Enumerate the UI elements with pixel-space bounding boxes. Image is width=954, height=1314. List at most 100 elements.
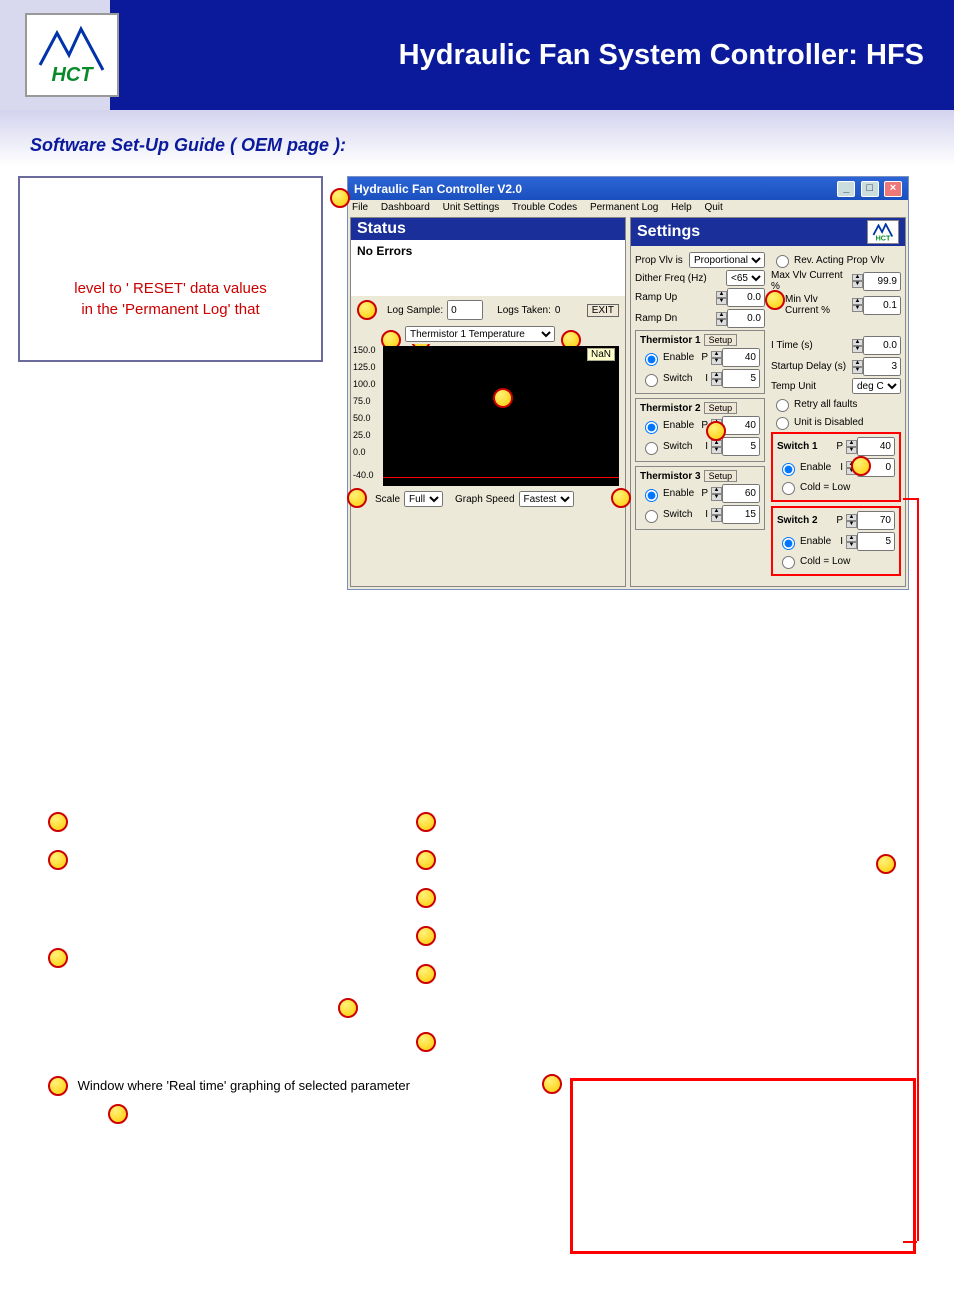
spin-dn[interactable]: ▼ — [852, 346, 863, 353]
min-current-input[interactable] — [863, 296, 901, 315]
i-input[interactable] — [857, 532, 895, 551]
setup-button[interactable]: Setup — [704, 334, 738, 346]
exit-button[interactable]: EXIT — [587, 304, 619, 317]
menu-help[interactable]: Help — [671, 202, 692, 213]
thermistor-name: Thermistor 1 — [640, 335, 701, 346]
y-axis-ticks: 150.0 125.0 100.0 75.0 50.0 25.0 0.0 -40… — [353, 346, 376, 480]
spin-dn[interactable]: ▼ — [852, 281, 863, 288]
spin-up[interactable]: ▲ — [852, 298, 863, 305]
maximize-icon[interactable]: □ — [861, 181, 879, 197]
switch-radio[interactable] — [645, 442, 658, 455]
callout-marker — [347, 488, 367, 508]
callout-marker — [48, 850, 68, 870]
disabled-radio[interactable] — [776, 417, 789, 430]
callout-marker — [706, 421, 726, 441]
p-input[interactable] — [722, 348, 760, 367]
connector-line — [903, 1241, 917, 1243]
ramp-up-input[interactable] — [727, 288, 765, 307]
dither-dropdown[interactable]: <65 — [726, 270, 765, 286]
callout-marker — [48, 812, 68, 832]
enable-radio[interactable] — [782, 463, 795, 476]
spin-dn[interactable]: ▼ — [716, 319, 727, 326]
menubar: File Dashboard Unit Settings Trouble Cod… — [348, 200, 908, 215]
setup-button[interactable]: Setup — [704, 470, 738, 482]
param-dropdown[interactable]: Thermistor 1 Temperature — [405, 326, 555, 342]
i-input[interactable] — [722, 505, 760, 524]
enable-radio[interactable] — [645, 489, 658, 502]
callout-marker — [357, 300, 377, 320]
prop-vlv-dropdown[interactable]: Proportional — [689, 252, 765, 268]
callout-marker — [493, 388, 513, 408]
menu-dashboard[interactable]: Dashboard — [381, 202, 430, 213]
enable-radio[interactable] — [645, 353, 658, 366]
menu-unit-settings[interactable]: Unit Settings — [443, 202, 500, 213]
callout-marker — [416, 812, 436, 832]
mountain-logo-icon: HCT — [37, 25, 107, 85]
spin-dn[interactable]: ▼ — [852, 305, 863, 312]
setup-button[interactable]: Setup — [704, 402, 738, 414]
close-icon[interactable]: × — [884, 181, 902, 197]
sub-header-band: Software Set-Up Guide ( OEM page ): — [0, 110, 954, 166]
max-current-input[interactable] — [863, 272, 901, 291]
app-title-text: Hydraulic Fan Controller V2.0 — [354, 182, 522, 196]
cold-low-radio[interactable] — [782, 482, 795, 495]
cold-low-radio[interactable] — [782, 556, 795, 569]
spin-up[interactable]: ▲ — [716, 291, 727, 298]
callout-marker — [416, 926, 436, 946]
enable-radio[interactable] — [645, 421, 658, 434]
menu-permanent-log[interactable]: Permanent Log — [590, 202, 658, 213]
switch-radio[interactable] — [645, 510, 658, 523]
spin-dn[interactable]: ▼ — [852, 367, 863, 374]
itime-input[interactable] — [863, 336, 901, 355]
status-heading: Status — [351, 218, 625, 240]
graph-wrap: 150.0 125.0 100.0 75.0 50.0 25.0 0.0 -40… — [383, 346, 625, 486]
callout-marker — [416, 888, 436, 908]
p-input[interactable] — [857, 511, 895, 530]
temp-unit-dropdown[interactable]: deg C — [852, 378, 901, 394]
log-sample-input[interactable] — [447, 300, 483, 320]
retry-radio[interactable] — [776, 399, 789, 412]
svg-text:HCT: HCT — [51, 64, 94, 85]
callout-marker — [416, 1032, 436, 1052]
prop-vlv-label: Prop Vlv is — [635, 255, 686, 266]
ramp-dn-input[interactable] — [727, 309, 765, 328]
enable-radio[interactable] — [782, 537, 795, 550]
startup-input[interactable] — [863, 357, 901, 376]
switch-name: Switch 2 — [777, 515, 818, 526]
spin-up[interactable]: ▲ — [852, 339, 863, 346]
callout-marker — [48, 1076, 68, 1096]
p-input[interactable] — [722, 416, 760, 435]
section-heading: Software Set-Up Guide ( OEM page ): — [30, 135, 934, 156]
thermistor-group: Thermistor 3 Setup Enable P ▲▼ Switch I … — [635, 466, 765, 530]
menu-file[interactable]: File — [352, 202, 368, 213]
baseline — [383, 477, 619, 478]
i-input[interactable] — [722, 437, 760, 456]
i-input[interactable] — [722, 369, 760, 388]
intro-text-box: level to ' RESET' data values in the 'Pe… — [18, 176, 323, 362]
app-titlebar[interactable]: Hydraulic Fan Controller V2.0 _ □ × — [348, 177, 908, 200]
spin-up[interactable]: ▲ — [852, 360, 863, 367]
graph-controls: Scale Full Graph Speed Fastest — [351, 488, 625, 510]
menu-quit[interactable]: Quit — [704, 202, 722, 213]
intro-red-line-2: in the 'Permanent Log' that — [30, 299, 311, 320]
spin-up[interactable]: ▲ — [716, 312, 727, 319]
connector-line — [917, 498, 919, 1241]
settings-col-left: Prop Vlv is Proportional Dither Freq (Hz… — [635, 252, 765, 580]
menu-trouble-codes[interactable]: Trouble Codes — [512, 202, 577, 213]
disabled-label: Unit is Disabled — [794, 417, 901, 428]
p-input[interactable] — [722, 484, 760, 503]
spin-dn[interactable]: ▼ — [716, 298, 727, 305]
graph-speed-dropdown[interactable]: Fastest — [519, 491, 574, 507]
switch-radio[interactable] — [645, 374, 658, 387]
logs-taken-label: Logs Taken: — [497, 305, 551, 316]
thermistor-name: Thermistor 3 — [640, 471, 701, 482]
status-text: No Errors — [357, 244, 412, 258]
graph-speed-label: Graph Speed — [455, 494, 515, 505]
minimize-icon[interactable]: _ — [837, 181, 855, 197]
scale-label: Scale — [375, 494, 400, 505]
scale-dropdown[interactable]: Full — [404, 491, 443, 507]
p-input[interactable] — [857, 437, 895, 456]
page-title: Hydraulic Fan System Controller: HFS — [399, 39, 924, 72]
rev-acting-radio[interactable] — [776, 255, 789, 268]
spin-up[interactable]: ▲ — [852, 274, 863, 281]
